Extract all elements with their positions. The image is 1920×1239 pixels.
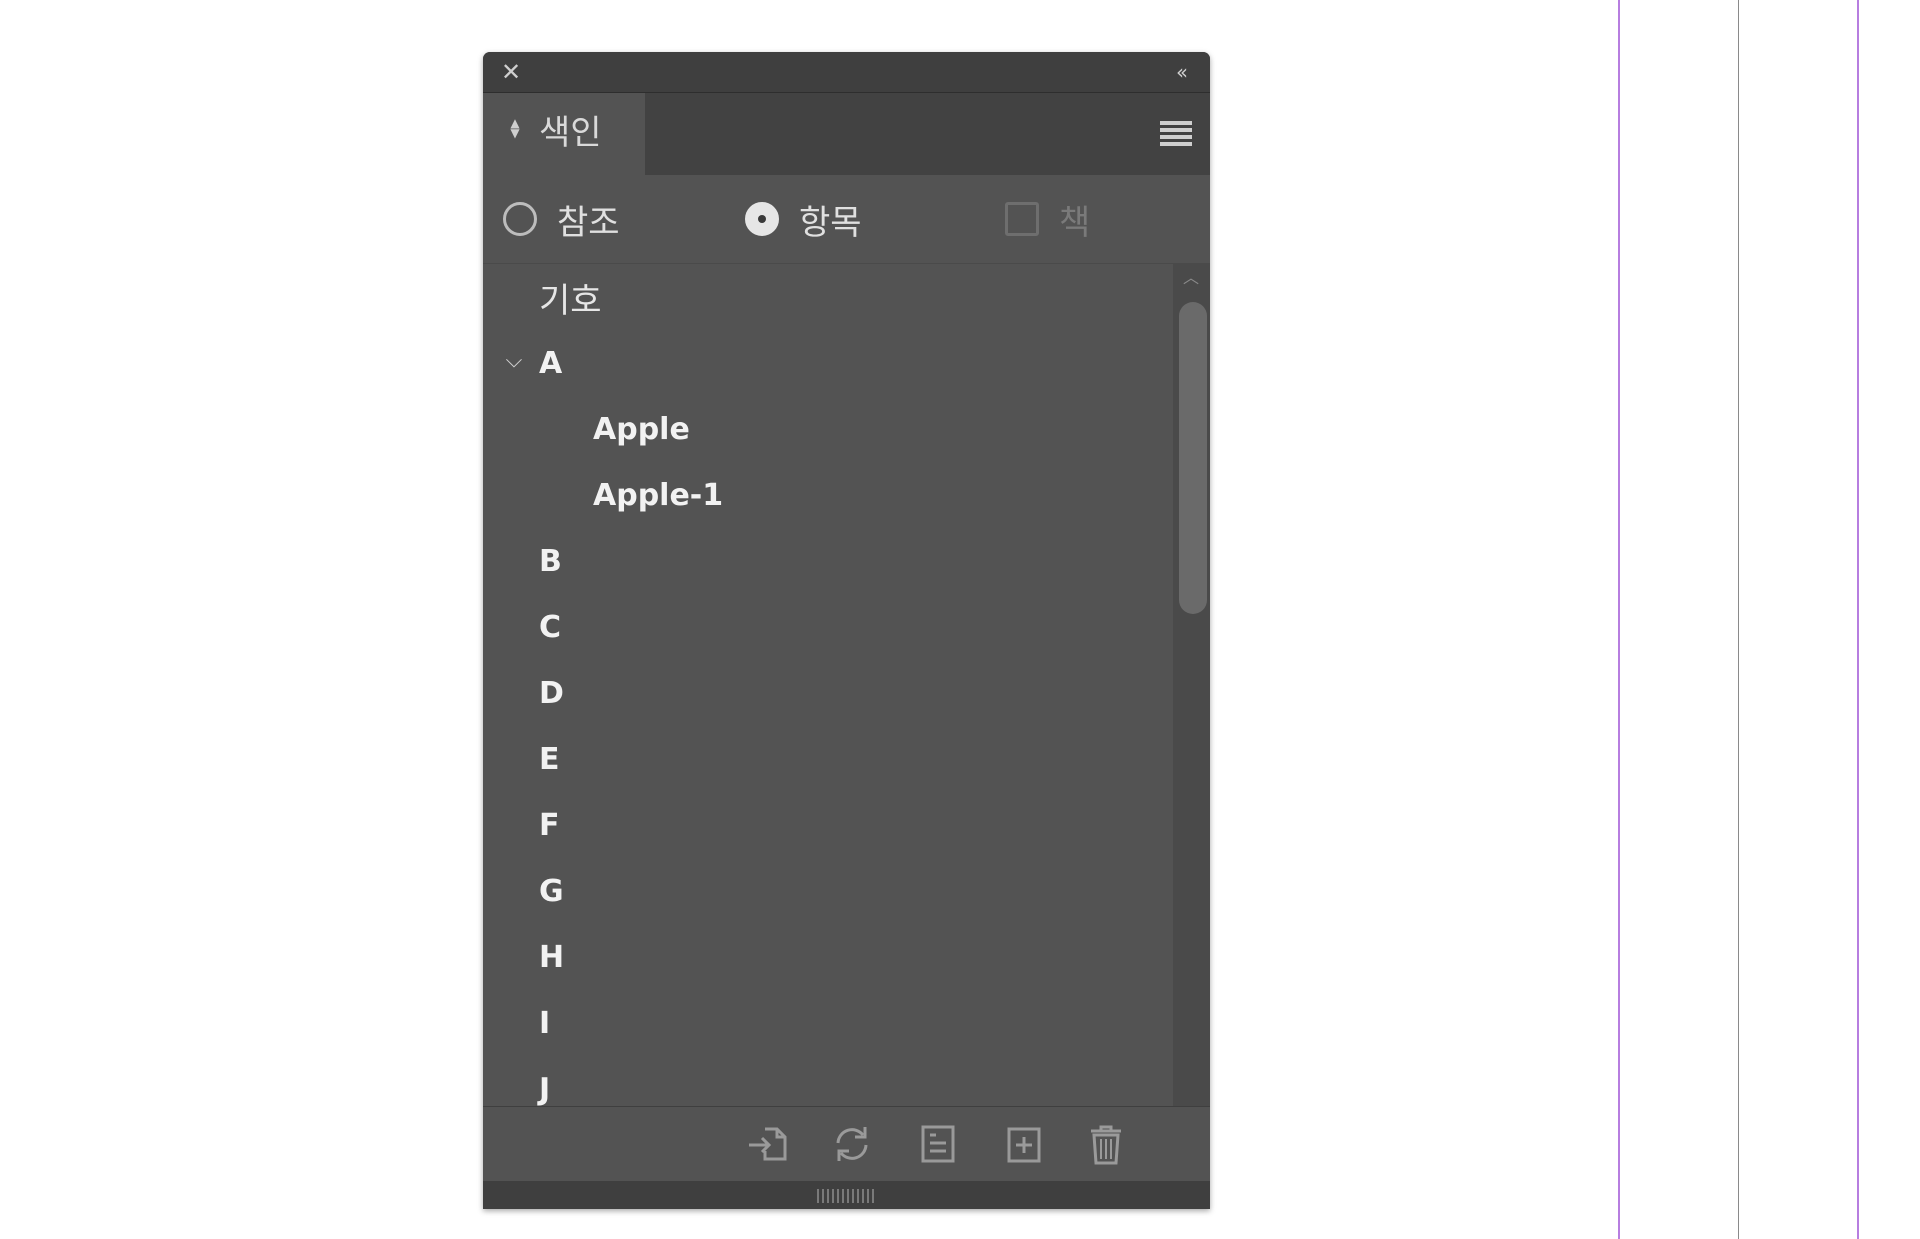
index-panel: ✕ ‹‹ ▲ ▼ 색인 참조 항목 책 기호 ⌵ A Apple Apple-1… xyxy=(483,52,1210,1209)
book-checkbox[interactable]: 책 xyxy=(1005,175,1090,263)
list-scrollbar[interactable]: ︿ xyxy=(1173,264,1210,1106)
list-item-section[interactable]: D xyxy=(483,660,1173,726)
refresh-icon[interactable] xyxy=(829,1121,875,1167)
list-item-section[interactable]: J xyxy=(483,1056,1173,1107)
list-item-section[interactable]: H xyxy=(483,924,1173,990)
list-item-label: A xyxy=(539,345,563,381)
resize-grip-icon[interactable] xyxy=(817,1189,877,1203)
list-item-section[interactable]: B xyxy=(483,528,1173,594)
new-topic-icon[interactable] xyxy=(915,1121,961,1167)
chevron-down-icon[interactable]: ⌵ xyxy=(501,348,527,374)
list-item-label: Apple-1 xyxy=(593,477,724,513)
panel-tabbar: ▲ ▼ 색인 xyxy=(483,93,1210,175)
index-topic-list: 기호 ⌵ A Apple Apple-1 B C D E F G H I J xyxy=(483,264,1173,1107)
close-icon[interactable]: ✕ xyxy=(497,58,525,86)
scroll-up-arrow-icon[interactable]: ︿ xyxy=(1183,270,1199,286)
list-item-section[interactable]: ⌵ A xyxy=(483,330,1173,396)
page-guide-line xyxy=(1857,0,1859,1239)
list-item-section[interactable]: G xyxy=(483,858,1173,924)
list-item-entry[interactable]: Apple xyxy=(483,396,1173,462)
reference-radio[interactable]: 참조 xyxy=(503,175,620,263)
topic-radio-button[interactable] xyxy=(745,202,779,236)
list-item-label: J xyxy=(539,1071,551,1107)
panel-footer-toolbar xyxy=(483,1106,1210,1182)
page-edge-line xyxy=(1738,0,1739,1239)
view-options: 참조 항목 책 xyxy=(483,175,1210,264)
scrollbar-thumb[interactable] xyxy=(1179,302,1207,614)
reference-radio-label: 참조 xyxy=(557,202,620,243)
page-guide-line xyxy=(1618,0,1620,1239)
go-to-marker-icon[interactable] xyxy=(745,1121,791,1167)
list-item-label: D xyxy=(539,675,564,711)
topic-radio[interactable]: 항목 xyxy=(745,175,862,263)
list-item-label: C xyxy=(539,609,562,645)
list-item-section[interactable]: C xyxy=(483,594,1173,660)
list-item-section[interactable]: I xyxy=(483,990,1173,1056)
list-item-label: E xyxy=(539,741,560,777)
new-entry-icon[interactable] xyxy=(1001,1121,1047,1167)
list-item-label: F xyxy=(539,807,560,843)
list-item-label: H xyxy=(539,939,565,975)
book-checkbox-box[interactable] xyxy=(1005,202,1039,236)
tab-index-label: 색인 xyxy=(539,113,602,153)
list-item-section[interactable]: F xyxy=(483,792,1173,858)
panel-titlebar[interactable]: ✕ ‹‹ xyxy=(483,52,1210,93)
delete-icon[interactable] xyxy=(1083,1121,1129,1167)
list-item-label: 기호 xyxy=(539,280,602,321)
list-item-symbols[interactable]: 기호 xyxy=(483,264,1173,330)
tab-index[interactable]: ▲ ▼ 색인 xyxy=(483,93,645,175)
book-checkbox-label: 책 xyxy=(1059,202,1091,243)
list-item-entry[interactable]: Apple-1 xyxy=(483,462,1173,528)
list-item-label: Apple xyxy=(593,411,690,447)
list-item-label: B xyxy=(539,543,562,579)
topic-radio-label: 항목 xyxy=(799,202,862,243)
collapse-panel-icon[interactable]: ‹‹ xyxy=(1164,58,1196,86)
panel-menu-icon[interactable] xyxy=(1160,121,1192,147)
list-item-label: G xyxy=(539,873,564,909)
list-item-section[interactable]: E xyxy=(483,726,1173,792)
tab-updown-arrows-icon[interactable]: ▲ ▼ xyxy=(509,117,521,151)
reference-radio-button[interactable] xyxy=(503,202,537,236)
panel-resize-handle[interactable] xyxy=(483,1181,1210,1209)
list-item-label: I xyxy=(539,1005,551,1041)
